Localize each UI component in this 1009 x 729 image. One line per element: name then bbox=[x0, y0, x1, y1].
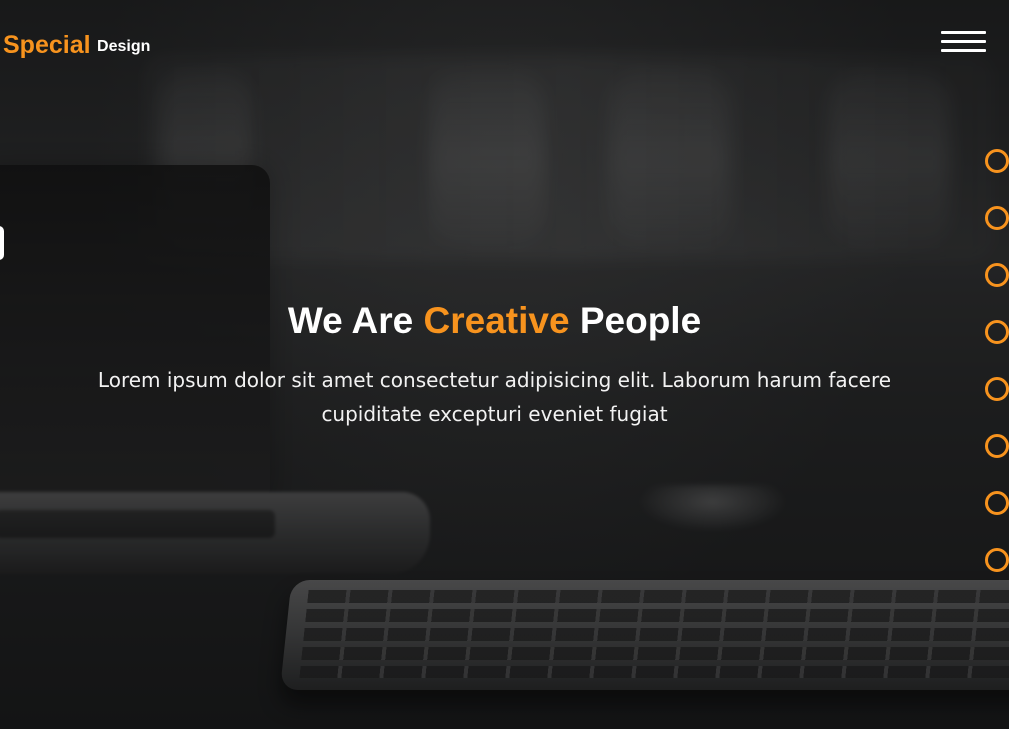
slide-bullet-6[interactable] bbox=[985, 434, 1009, 458]
slide-bullet-4[interactable] bbox=[985, 320, 1009, 344]
slide-bullet-1[interactable] bbox=[985, 149, 1009, 173]
hero-title: We Are Creative People bbox=[80, 296, 909, 346]
hamburger-menu-icon-line bbox=[941, 31, 986, 34]
menu-button[interactable] bbox=[941, 28, 986, 57]
settings-tab-icon[interactable] bbox=[0, 226, 4, 260]
slide-bullet-7[interactable] bbox=[985, 491, 1009, 515]
hero-title-prefix: We Are bbox=[287, 300, 414, 341]
hero-title-accent: Creative bbox=[423, 300, 570, 341]
hero-title-suffix: People bbox=[579, 300, 702, 341]
hero-content: We Are Creative People Lorem ipsum dolor… bbox=[80, 296, 909, 431]
slide-bullet-5[interactable] bbox=[985, 377, 1009, 401]
slide-bullet-8[interactable] bbox=[985, 548, 1009, 572]
hamburger-menu-icon-line bbox=[941, 40, 986, 43]
slide-bullet-3[interactable] bbox=[985, 263, 1009, 287]
site-logo[interactable]: Special Design bbox=[3, 28, 150, 62]
logo-design-text: Design bbox=[97, 38, 151, 55]
hamburger-menu-icon-line bbox=[941, 49, 986, 52]
hero-section: Special Design We Are Creative People Lo… bbox=[0, 0, 1009, 729]
logo-special-text: Special bbox=[3, 31, 91, 59]
slide-bullet-2[interactable] bbox=[985, 206, 1009, 230]
slide-bullets bbox=[978, 149, 1009, 577]
hero-description: Lorem ipsum dolor sit amet consectetur a… bbox=[97, 368, 892, 426]
